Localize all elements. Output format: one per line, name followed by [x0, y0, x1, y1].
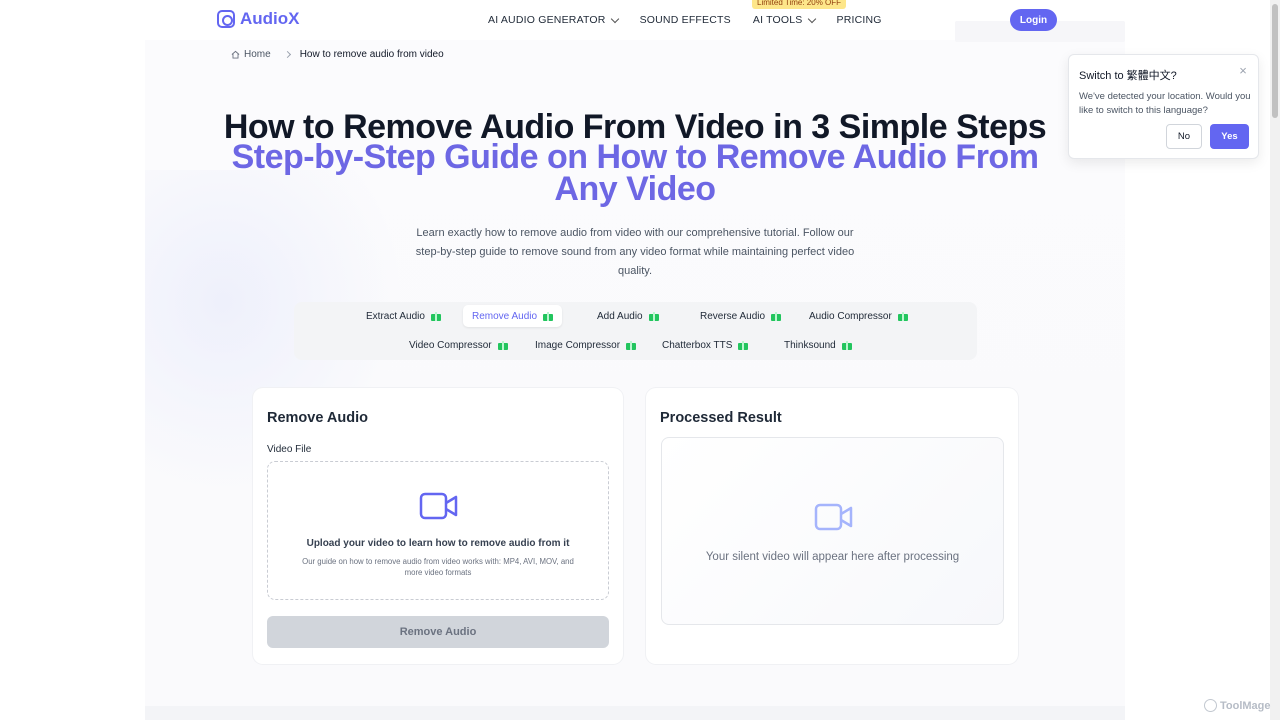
gift-icon [648, 311, 659, 321]
tool-add-audio[interactable]: Add Audio [588, 305, 668, 327]
promo-badge[interactable]: Limited Time: 20% OFF [752, 0, 847, 9]
popup-title: Switch to 繁體中文? [1079, 70, 1177, 82]
nav-label: SOUND EFFECTS [639, 14, 731, 26]
chevron-right-icon [283, 50, 291, 59]
nav-ai-tools[interactable]: AI TOOLS [752, 14, 816, 26]
gift-icon [543, 311, 554, 321]
tool-label: Video Compressor [409, 339, 492, 351]
site-header: AudioX AI AUDIO GENERATOR SOUND EFFECTS … [0, 0, 1270, 40]
tool-remove-audio[interactable]: Remove Audio [463, 305, 563, 327]
logo[interactable]: AudioX [217, 9, 300, 29]
gift-icon [626, 340, 637, 350]
logo-icon [217, 10, 235, 28]
tool-label: Audio Compressor [809, 310, 892, 322]
tool-reverse-audio[interactable]: Reverse Audio [691, 305, 790, 327]
scrollbar-thumb[interactable] [1272, 4, 1278, 118]
tool-label: Extract Audio [366, 310, 425, 322]
nav-sound-effects[interactable]: SOUND EFFECTS [640, 14, 731, 26]
watermark-icon [1204, 699, 1217, 712]
nav-label: AI TOOLS [752, 14, 803, 26]
result-placeholder: Your silent video will appear here after… [705, 551, 960, 563]
nav-pricing[interactable]: PRICING [837, 14, 882, 26]
tool-video-compressor[interactable]: Video Compressor [400, 334, 517, 356]
tool-label: Image Compressor [535, 339, 621, 351]
chevron-down-icon [807, 14, 816, 23]
nav-label: PRICING [836, 14, 882, 26]
watermark: ToolMage [1204, 699, 1271, 712]
dropzone-subtitle: Our guide on how to remove audio from vi… [302, 557, 574, 577]
page-description: Learn exactly how to remove audio from v… [415, 227, 855, 277]
tool-thinksound[interactable]: Thinksound [775, 334, 861, 356]
tool-chatterbox-tts[interactable]: Chatterbox TTS [653, 334, 757, 356]
tool-label: Add Audio [597, 310, 643, 322]
tool-label: Remove Audio [472, 310, 538, 322]
login-button[interactable]: Login [1010, 9, 1057, 31]
tool-tabs: Extract Audio Remove Audio Add Audio Rev… [294, 302, 977, 360]
video-camera-icon [419, 491, 459, 526]
language-popup: Switch to 繁體中文? × We've detected your lo… [1068, 54, 1259, 159]
breadcrumb-home[interactable]: Home [244, 49, 271, 60]
upload-card: Remove Audio Video File Upload your vide… [253, 388, 623, 664]
remove-audio-button[interactable]: Remove Audio [267, 616, 609, 648]
footer-strip [145, 706, 1125, 720]
nav-ai-audio-generator[interactable]: AI AUDIO GENERATOR [488, 14, 619, 26]
video-file-label: Video File [267, 444, 312, 455]
result-preview: Your silent video will appear here after… [661, 437, 1004, 625]
tool-label: Reverse Audio [700, 310, 766, 322]
upload-card-title: Remove Audio [267, 410, 368, 426]
popup-body: We've detected your location. Would you … [1079, 91, 1251, 116]
gift-icon [771, 311, 782, 321]
tool-image-compressor[interactable]: Image Compressor [526, 334, 645, 356]
video-camera-icon [814, 502, 854, 537]
gift-icon [430, 311, 441, 321]
tool-label: Chatterbox TTS [662, 339, 733, 351]
gift-icon [738, 340, 749, 350]
result-card: Processed Result Your silent video will … [646, 388, 1018, 664]
popup-no-button[interactable]: No [1166, 124, 1202, 149]
result-card-title: Processed Result [660, 410, 782, 426]
close-icon[interactable]: × [1237, 64, 1249, 77]
main-nav: AI AUDIO GENERATOR SOUND EFFECTS AI TOOL… [488, 14, 904, 26]
logo-text: AudioX [240, 9, 300, 28]
popup-yes-button[interactable]: Yes [1210, 124, 1249, 149]
breadcrumb: Home How to remove audio from video [231, 49, 444, 60]
tool-extract-audio[interactable]: Extract Audio [357, 305, 450, 327]
tool-audio-compressor[interactable]: Audio Compressor [800, 305, 917, 327]
watermark-text: ToolMage [1220, 699, 1271, 712]
page-subtitle: Step-by-Step Guide on How to Remove Audi… [231, 138, 1039, 208]
dropzone-title: Upload your video to learn how to remove… [306, 538, 570, 549]
home-icon [231, 50, 240, 59]
chevron-down-icon [610, 14, 619, 23]
gift-icon [841, 340, 852, 350]
gift-icon [497, 340, 508, 350]
nav-label: AI AUDIO GENERATOR [488, 14, 606, 26]
video-dropzone[interactable]: Upload your video to learn how to remove… [267, 461, 609, 600]
gift-icon [897, 311, 908, 321]
tool-label: Thinksound [784, 339, 836, 351]
breadcrumb-current: How to remove audio from video [299, 49, 444, 60]
